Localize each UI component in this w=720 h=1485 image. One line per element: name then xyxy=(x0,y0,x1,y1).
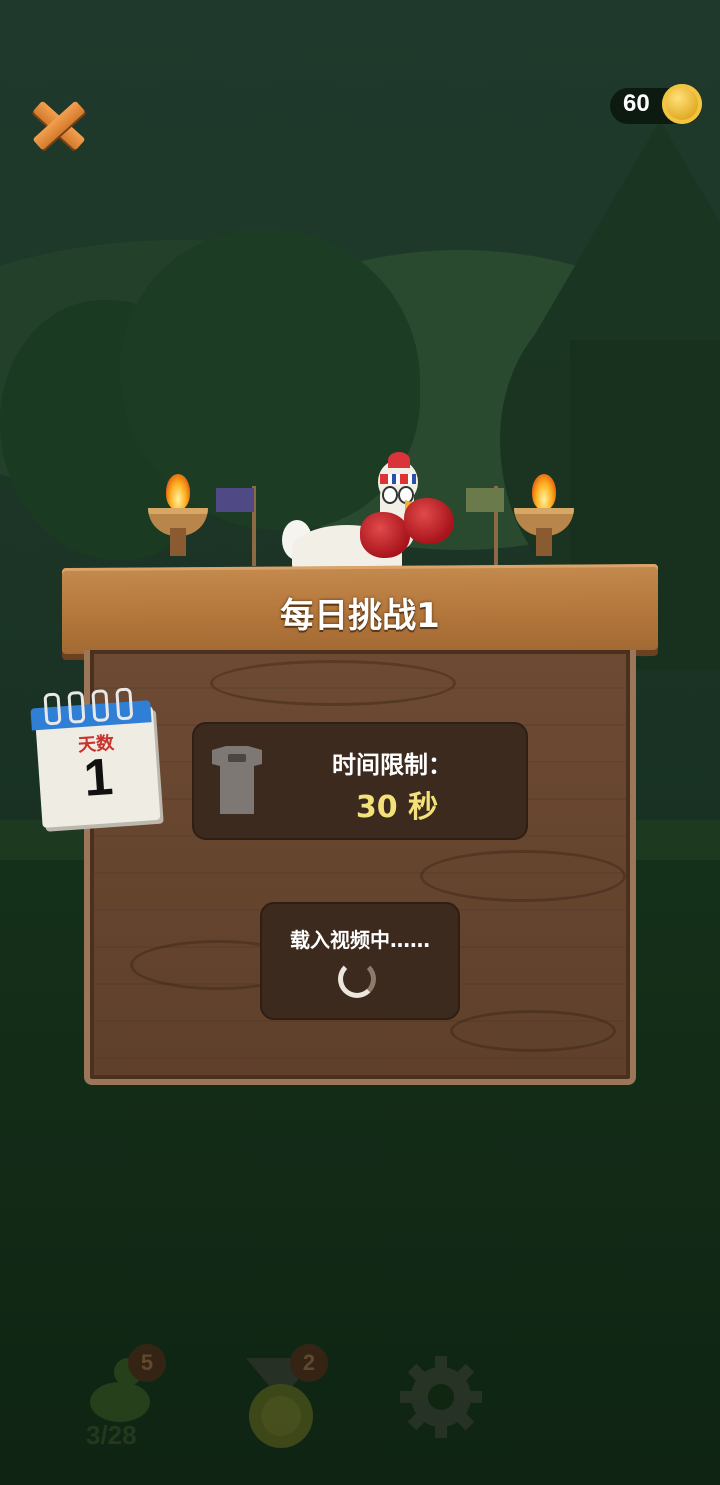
achievements-button[interactable]: 2 xyxy=(232,1340,342,1460)
gold-coin-icon xyxy=(662,84,702,124)
close-button[interactable] xyxy=(26,92,92,158)
page-title: 每日挑战1 xyxy=(280,596,440,636)
close-x-icon xyxy=(26,92,92,158)
calendar-day: 1 xyxy=(81,748,115,808)
torch-left-icon xyxy=(148,474,208,556)
characters-badge: 5 xyxy=(128,1344,166,1382)
video-loading-label: 载入视频中…… xyxy=(290,928,430,952)
loading-spinner-icon xyxy=(338,960,376,998)
torch-right-icon xyxy=(514,474,574,556)
flag-right-icon xyxy=(466,488,504,512)
time-limit-label: 时间限制： xyxy=(332,751,452,779)
time-limit-value: 30 秒 xyxy=(355,790,439,825)
achievements-badge: 2 xyxy=(290,1344,328,1382)
day-calendar: 天数 1 xyxy=(29,686,164,830)
shirt-icon xyxy=(212,746,262,814)
settings-button[interactable] xyxy=(396,1352,486,1448)
coin-count: 60 xyxy=(623,90,650,117)
gear-icon xyxy=(400,1356,482,1438)
characters-progress: 3/28 xyxy=(86,1420,137,1450)
flag-left-icon xyxy=(216,488,254,512)
